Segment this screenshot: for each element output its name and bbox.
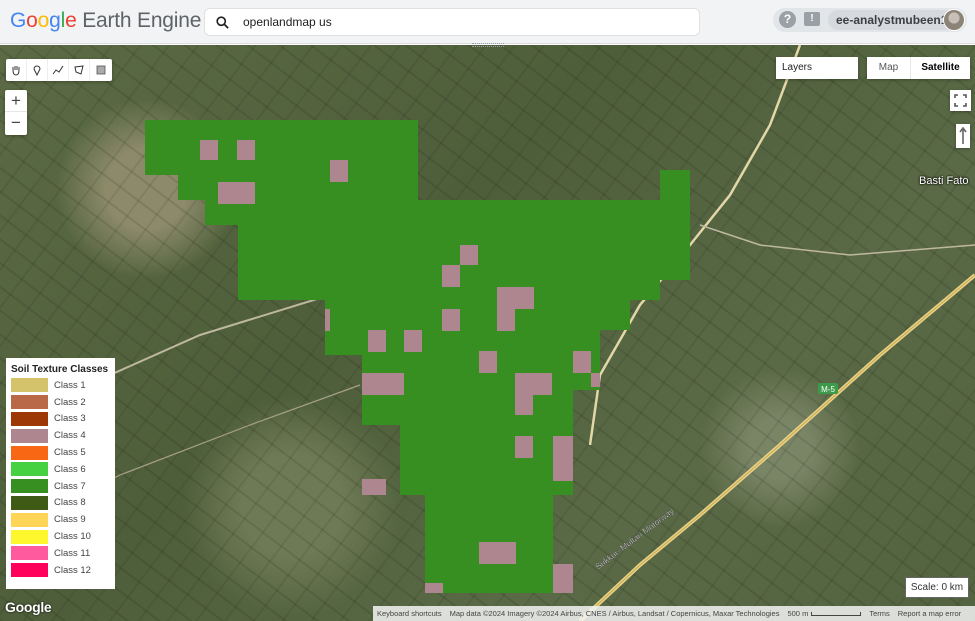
terms-link[interactable]: Terms (865, 606, 893, 621)
legend-swatch (11, 395, 48, 410)
username-button[interactable]: ee-analystmubeen12 (828, 10, 963, 30)
legend-label: Class 4 (54, 430, 86, 442)
legend-swatch (11, 378, 48, 393)
top-bar: Google Earth Engine ? ! ee-analystmubeen… (0, 0, 975, 44)
line-tool-icon[interactable] (48, 59, 69, 81)
legend-label: Class 2 (54, 396, 86, 408)
attribution-text: Map data ©2024 Imagery ©2024 Airbus, CNE… (449, 609, 780, 618)
road-label-m5-text: M-5 (821, 385, 835, 394)
local-road-west (109, 294, 331, 376)
legend-label: Class 12 (54, 564, 91, 576)
road-label-m5: M-5 (818, 383, 838, 394)
fullscreen-icon (954, 94, 967, 107)
legend-label: Class 6 (54, 463, 86, 475)
scale-label: Scale: 0 km (905, 577, 969, 598)
place-label: Basti Fato (919, 175, 969, 187)
zoom-in-button[interactable]: + (5, 90, 27, 112)
legend-swatch (11, 495, 48, 510)
legend-item: Class 7 (11, 478, 110, 495)
legend-swatch (11, 428, 48, 443)
legend-item: Class 8 (11, 495, 110, 512)
legend-item: Class 10 (11, 528, 110, 545)
help-icon[interactable]: ? (779, 11, 796, 28)
soil-texture-layer[interactable] (145, 120, 690, 593)
soil-texture-legend: Soil Texture Classes Class 1 Class 2 Class… (6, 358, 115, 589)
legend-item: Class 9 (11, 511, 110, 528)
legend-title: Soil Texture Classes (11, 364, 109, 375)
legend-label: Class 5 (54, 447, 86, 459)
legend-item: Class 6 (11, 461, 110, 478)
legend-item: Class 12 (11, 562, 110, 579)
legend-label: Class 1 (54, 379, 86, 391)
earth-engine-logo[interactable]: Google Earth Engine (10, 9, 201, 33)
search-icon (216, 16, 229, 29)
layers-dropdown[interactable]: Layers (776, 57, 858, 79)
legend-item: Class 1 (11, 377, 110, 394)
hand-tool-icon[interactable] (6, 59, 27, 81)
account-area: ? ! ee-analystmubeen12 (773, 8, 967, 32)
legend-label: Class 10 (54, 531, 91, 543)
rectangle-tool-icon[interactable] (90, 59, 111, 81)
map-footer: Keyboard shortcuts Map data ©2024 Imager… (373, 606, 975, 621)
legend-label: Class 9 (54, 514, 86, 526)
road-label-motorway: Sukkur–Multan Motorway (593, 505, 676, 571)
motorway-road (578, 273, 975, 621)
zoom-control: + − (5, 90, 27, 135)
map-type-map-button[interactable]: Map (867, 57, 911, 79)
scale-bar-label: 500 m (787, 609, 809, 618)
panel-resize-handle[interactable] (472, 43, 504, 47)
legend-swatch (11, 445, 48, 460)
legend-swatch (11, 563, 48, 578)
google-logo: Google (5, 599, 52, 615)
legend-swatch (11, 462, 48, 477)
map-overlay: M-5 Sukkur–Multan Motorway (19, 45, 975, 621)
map-canvas[interactable]: M-5 Sukkur–Multan Motorway + − Layers Ma… (0, 45, 975, 621)
legend-item: Class 3 (11, 411, 110, 428)
avatar[interactable] (943, 9, 965, 31)
zoom-out-button[interactable]: − (5, 112, 27, 134)
earth-engine-app: Google Earth Engine ? ! ee-analystmubeen… (0, 0, 975, 621)
scale-bar-line (811, 611, 862, 616)
legend-swatch (11, 479, 48, 494)
polygon-tool-icon[interactable] (69, 59, 90, 81)
fullscreen-button[interactable] (950, 90, 971, 111)
keyboard-shortcuts-link[interactable]: Keyboard shortcuts (373, 606, 446, 621)
point-marker-icon[interactable] (27, 59, 48, 81)
legend-label: Class 8 (54, 497, 86, 509)
legend-swatch (11, 546, 48, 561)
pegman-icon (959, 127, 967, 144)
legend-items: Class 1 Class 2 Class 3 Class 4 Class 5 Class… (11, 377, 110, 579)
logo-google-text: Google (10, 9, 77, 32)
legend-swatch (11, 411, 48, 426)
map-type-satellite-button[interactable]: Satellite (911, 57, 970, 79)
map-type-control: Map Satellite (867, 57, 970, 79)
pegman-button[interactable] (956, 124, 970, 148)
search-box[interactable] (204, 8, 700, 36)
legend-item: Class 11 (11, 545, 110, 562)
legend-item: Class 5 (11, 444, 110, 461)
drawing-toolbar (6, 59, 112, 81)
legend-label: Class 11 (54, 547, 91, 559)
legend-label: Class 7 (54, 480, 86, 492)
logo-earth-engine-text: Earth Engine (82, 9, 202, 32)
feedback-icon[interactable]: ! (804, 12, 820, 26)
report-map-error-link[interactable]: Report a map error (894, 606, 965, 621)
legend-label: Class 3 (54, 413, 86, 425)
local-road-east (699, 224, 975, 256)
search-input[interactable] (243, 11, 683, 33)
legend-swatch (11, 529, 48, 544)
scale-bar[interactable]: 500 m (783, 606, 865, 621)
legend-item: Class 4 (11, 427, 110, 444)
legend-item: Class 2 (11, 394, 110, 411)
legend-swatch (11, 512, 48, 527)
